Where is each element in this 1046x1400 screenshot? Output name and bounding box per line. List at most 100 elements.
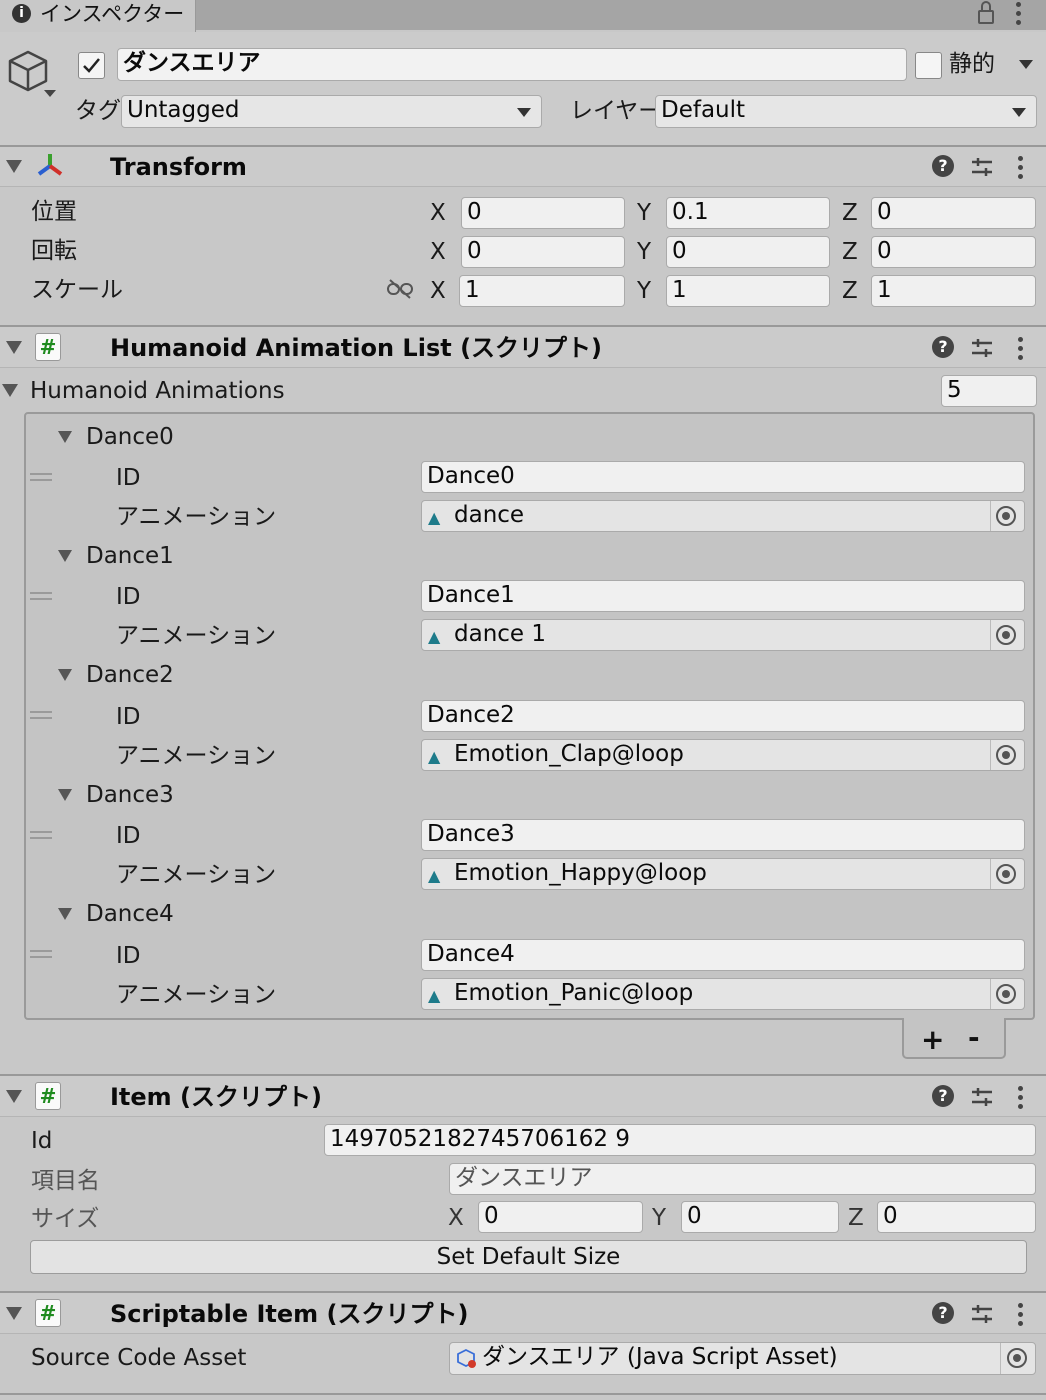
foldout-triangle-icon[interactable] <box>58 431 72 443</box>
scale-z-field[interactable]: 1 <box>871 275 1036 307</box>
kebab-menu-icon[interactable] <box>1018 156 1024 180</box>
id-field[interactable]: Dance2 <box>421 700 1025 732</box>
animation-field[interactable]: ▲ dance 1 <box>421 619 1025 651</box>
remove-element-button[interactable]: - <box>968 1024 980 1052</box>
object-picker-icon[interactable] <box>996 625 1016 645</box>
position-x-field[interactable]: 0 <box>461 197 625 229</box>
set-default-size-button[interactable]: Set Default Size <box>30 1240 1027 1274</box>
position-z-label[interactable]: Z <box>842 202 858 225</box>
position-z-field[interactable]: 0 <box>871 197 1036 229</box>
id-field[interactable]: Dance3 <box>421 819 1025 851</box>
id-field[interactable]: Dance0 <box>421 461 1025 493</box>
static-dropdown-arrow-icon[interactable] <box>1019 60 1033 69</box>
item-name-field[interactable]: ダンスエリア <box>449 1163 1036 1195</box>
animation-value: Emotion_Happy@loop <box>454 860 707 886</box>
inspector-tab[interactable]: i インスペクター <box>0 0 196 32</box>
rotation-y-label[interactable]: Y <box>637 241 651 264</box>
position-x-label[interactable]: X <box>430 202 446 225</box>
help-icon[interactable]: ? <box>932 1085 954 1107</box>
scale-y-field[interactable]: 1 <box>666 275 830 307</box>
preset-sliders-icon[interactable] <box>970 155 994 179</box>
static-checkbox[interactable] <box>915 52 942 79</box>
tag-dropdown[interactable]: Untagged <box>121 95 542 128</box>
foldout-triangle-icon[interactable] <box>58 550 72 562</box>
size-z-field[interactable]: 0 <box>877 1201 1036 1233</box>
help-icon[interactable]: ? <box>932 336 954 358</box>
preset-sliders-icon[interactable] <box>970 336 994 360</box>
scriptable-title: Scriptable Item (スクリプト) <box>110 1300 469 1328</box>
foldout-triangle-icon[interactable] <box>58 669 72 681</box>
animation-field[interactable]: ▲ Emotion_Clap@loop <box>421 739 1025 771</box>
foldout-triangle-icon[interactable] <box>2 384 18 397</box>
constrain-proportions-icon[interactable] <box>386 278 414 300</box>
foldout-triangle-icon[interactable] <box>6 1090 22 1103</box>
animation-field[interactable]: ▲ Emotion_Panic@loop <box>421 978 1025 1010</box>
layer-value: Default <box>661 97 746 123</box>
animation-field[interactable]: ▲ Emotion_Happy@loop <box>421 858 1025 890</box>
gameobject-cube-icon <box>8 50 56 97</box>
item-id-field[interactable]: 1497052182745706162 9 <box>324 1124 1036 1156</box>
picker-separator <box>990 740 991 770</box>
id-field[interactable]: Dance1 <box>421 580 1025 612</box>
object-picker-icon[interactable] <box>1007 1348 1027 1368</box>
size-x-field[interactable]: 0 <box>478 1201 643 1233</box>
rotation-z-label[interactable]: Z <box>842 241 858 264</box>
object-picker-icon[interactable] <box>996 864 1016 884</box>
drag-handle-icon[interactable] <box>30 473 52 481</box>
preset-sliders-icon[interactable] <box>970 1302 994 1326</box>
active-checkbox[interactable] <box>78 52 105 79</box>
picker-separator <box>990 859 991 889</box>
script-hash-icon: # <box>35 1082 61 1110</box>
foldout-triangle-icon[interactable] <box>6 341 22 354</box>
item-id-label: Id <box>31 1128 53 1154</box>
scale-label: スケール <box>31 277 123 303</box>
list-size-field[interactable]: 5 <box>941 375 1037 407</box>
picker-separator <box>990 501 991 531</box>
source-code-asset-field[interactable]: ダンスエリア (Java Script Asset) <box>449 1342 1036 1375</box>
preset-sliders-icon[interactable] <box>970 1085 994 1109</box>
drag-handle-icon[interactable] <box>30 592 52 600</box>
rotation-z-field[interactable]: 0 <box>871 236 1036 268</box>
scale-x-field[interactable]: 1 <box>459 275 625 307</box>
item-size-label: サイズ <box>31 1206 100 1232</box>
help-icon[interactable]: ? <box>932 1302 954 1324</box>
object-picker-icon[interactable] <box>996 984 1016 1004</box>
scale-x-label[interactable]: X <box>430 280 446 303</box>
drag-handle-icon[interactable] <box>30 711 52 719</box>
position-y-field[interactable]: 0.1 <box>666 197 830 229</box>
object-picker-icon[interactable] <box>996 745 1016 765</box>
size-y-field[interactable]: 0 <box>681 1201 839 1233</box>
rotation-x-label[interactable]: X <box>430 241 446 264</box>
size-y-label[interactable]: Y <box>652 1207 666 1230</box>
animation-clip-icon: ▲ <box>428 747 441 766</box>
layer-dropdown[interactable]: Default <box>655 95 1037 128</box>
list-item-name: Dance1 <box>86 543 174 569</box>
size-x-label[interactable]: X <box>448 1207 464 1230</box>
rotation-x-field[interactable]: 0 <box>461 236 625 268</box>
kebab-menu-icon[interactable] <box>1016 2 1022 26</box>
id-label: ID <box>116 704 141 730</box>
id-field[interactable]: Dance4 <box>421 939 1025 971</box>
kebab-menu-icon[interactable] <box>1018 1086 1024 1110</box>
foldout-triangle-icon[interactable] <box>58 908 72 920</box>
help-icon[interactable]: ? <box>932 155 954 177</box>
animation-label: アニメーション <box>116 743 277 769</box>
scale-y-label[interactable]: Y <box>637 280 651 303</box>
rotation-y-field[interactable]: 0 <box>666 236 830 268</box>
scale-z-label[interactable]: Z <box>842 280 858 303</box>
position-y-label[interactable]: Y <box>637 202 651 225</box>
add-element-button[interactable]: + <box>921 1026 944 1054</box>
tag-value: Untagged <box>127 97 240 123</box>
animation-field[interactable]: ▲ dance <box>421 500 1025 532</box>
kebab-menu-icon[interactable] <box>1018 337 1024 361</box>
foldout-triangle-icon[interactable] <box>6 160 22 173</box>
foldout-triangle-icon[interactable] <box>6 1307 22 1320</box>
gameobject-name-field[interactable]: ダンスエリア <box>117 48 907 81</box>
drag-handle-icon[interactable] <box>30 831 52 839</box>
object-picker-icon[interactable] <box>996 506 1016 526</box>
lock-icon[interactable] <box>978 10 994 24</box>
foldout-triangle-icon[interactable] <box>58 789 72 801</box>
drag-handle-icon[interactable] <box>30 950 52 958</box>
size-z-label[interactable]: Z <box>848 1207 864 1230</box>
kebab-menu-icon[interactable] <box>1018 1303 1024 1327</box>
